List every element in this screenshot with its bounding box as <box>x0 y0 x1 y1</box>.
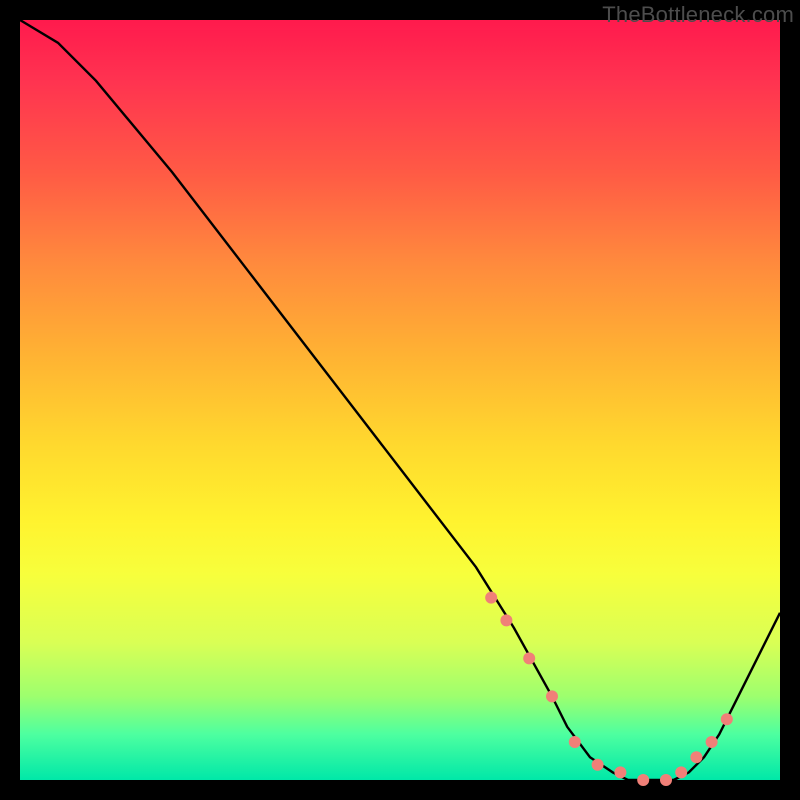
marker-dot <box>546 690 558 702</box>
marker-dot <box>592 759 604 771</box>
curve-svg <box>20 20 780 780</box>
marker-dot <box>614 766 626 778</box>
marker-dot <box>660 774 672 786</box>
marker-group <box>485 592 733 786</box>
marker-dot <box>637 774 649 786</box>
marker-dot <box>485 592 497 604</box>
marker-dot <box>500 614 512 626</box>
watermark-text: TheBottleneck.com <box>602 2 794 28</box>
marker-dot <box>721 713 733 725</box>
bottleneck-curve <box>20 20 780 780</box>
marker-dot <box>690 751 702 763</box>
marker-dot <box>675 766 687 778</box>
marker-dot <box>706 736 718 748</box>
marker-dot <box>569 736 581 748</box>
chart-frame: TheBottleneck.com <box>0 0 800 800</box>
plot-area <box>20 20 780 780</box>
marker-dot <box>523 652 535 664</box>
